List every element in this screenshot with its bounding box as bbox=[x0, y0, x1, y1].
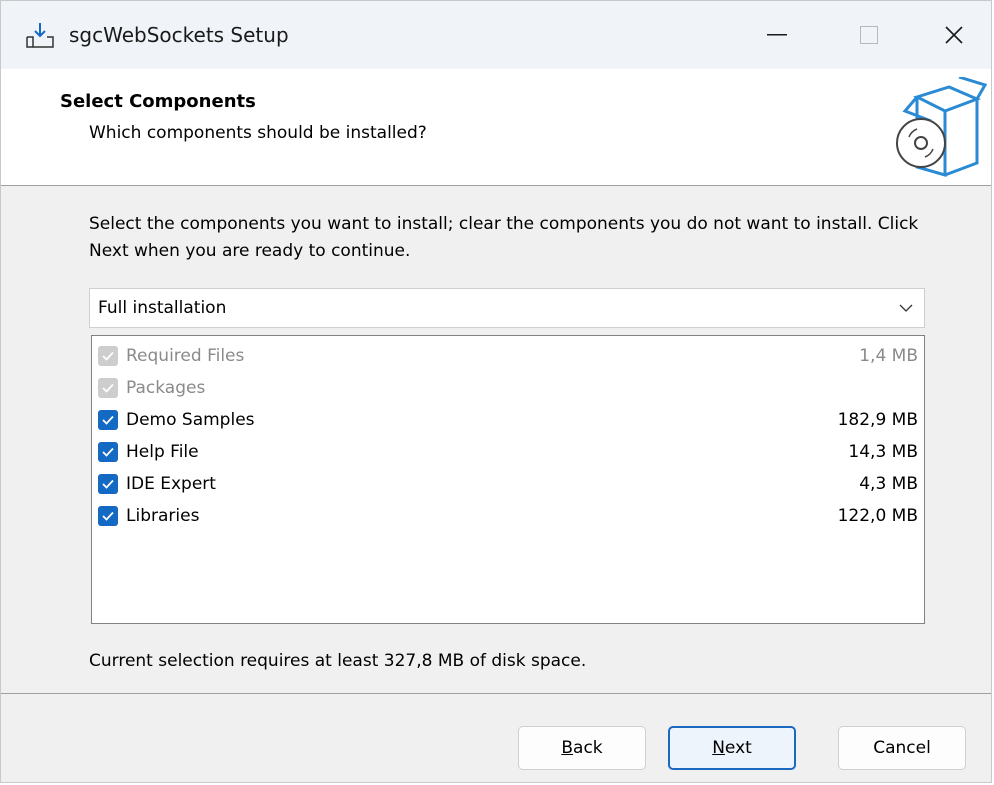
component-name: IDE Expert bbox=[126, 474, 216, 494]
page-title: Select Components bbox=[60, 91, 256, 112]
footer-divider bbox=[1, 693, 991, 694]
component-checkbox bbox=[98, 378, 118, 398]
next-accel: N bbox=[712, 738, 725, 758]
next-button[interactable]: Next bbox=[668, 726, 796, 770]
checkmark-icon bbox=[102, 447, 114, 457]
back-accel: B bbox=[561, 738, 574, 758]
component-checkbox[interactable] bbox=[98, 410, 118, 430]
components-list[interactable]: Required Files 1,4 MB Packages Demo Samp… bbox=[91, 335, 925, 624]
component-name: Packages bbox=[126, 378, 206, 398]
component-help-file[interactable]: Help File 14,3 MB bbox=[98, 436, 918, 468]
minimize-icon bbox=[767, 34, 787, 36]
component-name: Libraries bbox=[126, 506, 200, 526]
component-name: Help File bbox=[126, 442, 199, 462]
minimize-button[interactable] bbox=[731, 1, 823, 69]
software-box-cd-icon bbox=[896, 77, 987, 177]
maximize-icon bbox=[860, 26, 878, 44]
component-checkbox[interactable] bbox=[98, 506, 118, 526]
component-size: 182,9 MB bbox=[837, 410, 918, 430]
close-icon bbox=[945, 26, 963, 44]
next-label: ext bbox=[724, 738, 752, 758]
component-name: Required Files bbox=[126, 346, 245, 366]
component-packages: Packages bbox=[98, 372, 918, 404]
checkmark-icon bbox=[102, 383, 114, 393]
close-button[interactable] bbox=[915, 1, 993, 69]
cancel-button[interactable]: Cancel bbox=[838, 726, 966, 770]
component-name: Demo Samples bbox=[126, 410, 255, 430]
setup-window: sgcWebSockets Setup Select Components Wh… bbox=[0, 0, 992, 783]
window-title: sgcWebSockets Setup bbox=[69, 23, 289, 47]
component-required-files: Required Files 1,4 MB bbox=[98, 340, 918, 372]
component-size: 14,3 MB bbox=[848, 442, 918, 462]
checkmark-icon bbox=[102, 479, 114, 489]
title-bar[interactable]: sgcWebSockets Setup bbox=[1, 1, 991, 69]
component-checkbox[interactable] bbox=[98, 442, 118, 462]
selected-installation-type: Full installation bbox=[98, 298, 227, 318]
install-download-icon bbox=[26, 23, 54, 48]
component-ide-expert[interactable]: IDE Expert 4,3 MB bbox=[98, 468, 918, 500]
instructions-text: Select the components you want to instal… bbox=[89, 214, 919, 261]
chevron-down-icon bbox=[899, 304, 913, 312]
checkmark-icon bbox=[102, 351, 114, 361]
checkmark-icon bbox=[102, 415, 114, 425]
page-subtitle: Which components should be installed? bbox=[89, 123, 427, 143]
component-size: 1,4 MB bbox=[859, 346, 918, 366]
disk-space-text: Current selection requires at least 327,… bbox=[89, 651, 587, 671]
back-label: ack bbox=[573, 738, 603, 758]
wizard-header: Select Components Which components shoul… bbox=[1, 69, 991, 186]
checkmark-icon bbox=[102, 511, 114, 521]
component-demo-samples[interactable]: Demo Samples 182,9 MB bbox=[98, 404, 918, 436]
maximize-button bbox=[823, 1, 915, 69]
component-libraries[interactable]: Libraries 122,0 MB bbox=[98, 500, 918, 532]
installation-type-select[interactable]: Full installation bbox=[89, 288, 925, 328]
component-size: 4,3 MB bbox=[859, 474, 918, 494]
component-checkbox bbox=[98, 346, 118, 366]
component-checkbox[interactable] bbox=[98, 474, 118, 494]
component-size: 122,0 MB bbox=[837, 506, 918, 526]
back-button[interactable]: Back bbox=[518, 726, 646, 770]
